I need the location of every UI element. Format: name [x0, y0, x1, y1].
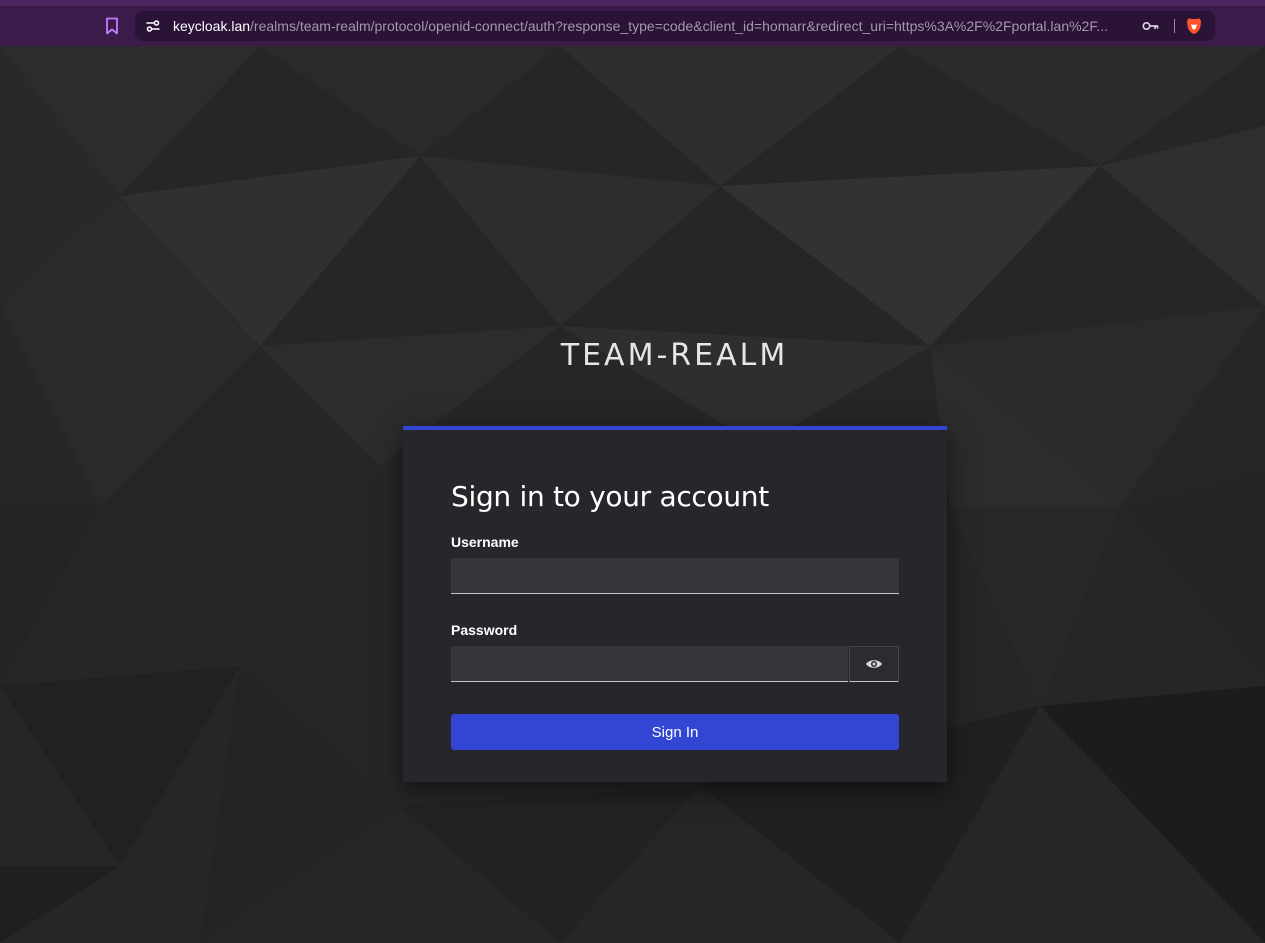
- url-host: keycloak.lan: [173, 18, 251, 34]
- brave-lion-icon: [1187, 18, 1201, 34]
- username-label: Username: [451, 534, 519, 550]
- site-settings-icon: [146, 20, 160, 32]
- eye-icon: [866, 660, 882, 668]
- sign-in-button[interactable]: Sign In: [451, 714, 899, 750]
- site-info-button[interactable]: [143, 16, 163, 36]
- login-page: keycloak.lan/realms/team-realm/protocol/…: [0, 0, 1265, 943]
- url-text[interactable]: keycloak.lan/realms/team-realm/protocol/…: [173, 18, 1133, 34]
- url-path: /realms/team-realm/protocol/openid-conne…: [250, 18, 1109, 34]
- password-manager-button[interactable]: [1140, 17, 1162, 35]
- password-label: Password: [451, 622, 518, 638]
- realm-title: TEAM-REALM: [560, 338, 789, 373]
- login-title: Sign in to your account: [451, 480, 769, 513]
- password-input[interactable]: [451, 646, 848, 682]
- username-input[interactable]: [451, 558, 899, 594]
- browser-toolbar: keycloak.lan/realms/team-realm/protocol/…: [0, 0, 1265, 46]
- bookmark-icon: [106, 17, 118, 35]
- show-password-button[interactable]: [849, 646, 899, 682]
- bookmark-button[interactable]: [101, 15, 123, 37]
- toolbar-separator: [1174, 19, 1175, 33]
- address-bar[interactable]: keycloak.lan/realms/team-realm/protocol/…: [135, 11, 1215, 41]
- login-card: Sign in to your account Username Passwor…: [403, 426, 947, 782]
- key-icon: [1142, 21, 1159, 31]
- brave-shields-button[interactable]: [1184, 16, 1204, 36]
